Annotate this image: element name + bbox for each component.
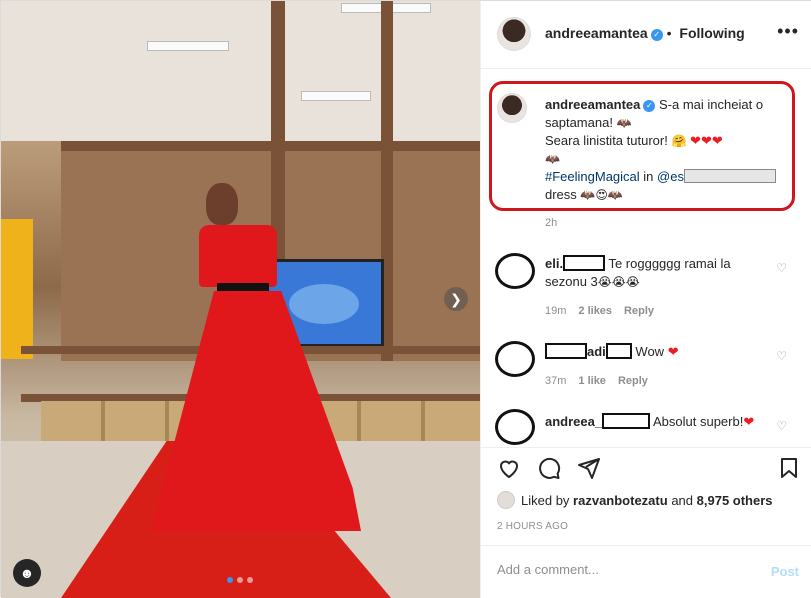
like-heart-icon[interactable] — [497, 456, 521, 480]
comments-list: eli. Te rogggggg ramai la sezonu 3😭😭😭 ♡ … — [481, 241, 811, 446]
heart-emoji-icon: ❤❤❤ — [690, 133, 723, 148]
add-comment-bar: Post — [481, 545, 811, 598]
comment-text: eli. Te rogggggg ramai la sezonu 3😭😭😭 — [545, 255, 775, 291]
comment-body: Wow — [635, 344, 665, 359]
next-slide-chevron-icon[interactable]: ❯ — [444, 287, 468, 311]
redacted-box — [563, 255, 606, 271]
hashtag-link[interactable]: #FeelingMagical — [545, 169, 640, 184]
comment-username-link[interactable]: eli. — [545, 256, 563, 271]
post-header: andreeamantea ✓ • Following ••• — [481, 1, 811, 69]
avatar[interactable] — [497, 17, 531, 51]
comment-username-link[interactable]: andreea_ — [545, 414, 602, 429]
likes-count-link[interactable]: 8,975 others — [697, 493, 773, 508]
avatar[interactable] — [497, 491, 515, 509]
ceiling-light — [301, 91, 371, 101]
eye-emoji-icon: 🦇 — [607, 188, 623, 202]
carousel-dot — [247, 577, 253, 583]
following-button[interactable]: Following — [679, 25, 744, 41]
instagram-post-modal: ❯ ☻ andreeamantea ✓ • Following ••• andre… — [0, 0, 811, 598]
liked-and: and — [671, 493, 694, 508]
comment-time[interactable]: 19m — [545, 305, 566, 317]
carousel-dot — [237, 577, 243, 583]
comment-text: andreea_ Absolut superb!❤ — [545, 413, 775, 431]
caption-time[interactable]: 2h — [545, 217, 557, 229]
verified-badge-icon: ✓ — [650, 29, 663, 41]
post-photo[interactable]: ❯ ☻ — [1, 1, 480, 598]
username-link[interactable]: andreeamantea — [545, 25, 648, 41]
header-user: andreeamantea ✓ • Following — [545, 25, 745, 41]
yellow-panel — [1, 219, 33, 359]
comment-username-link[interactable]: adi — [587, 344, 606, 359]
avatar[interactable] — [495, 341, 535, 377]
comment-text: adi Wow ❤ — [545, 343, 775, 361]
ceiling — [1, 1, 480, 141]
carousel-dots — [227, 577, 253, 583]
caption-text: andreeamantea ✓ S-a mai incheiat o saptam… — [545, 96, 785, 204]
eye-emoji-icon: 🦇 — [616, 116, 632, 130]
liked-by: Liked by razvanbotezatu and 8,975 others — [497, 491, 773, 509]
eye-emoji-icon: 🦇 — [545, 152, 560, 166]
reply-button[interactable]: Reply — [624, 305, 654, 317]
separator-dot: • — [666, 25, 676, 41]
posted-time[interactable]: 2 HOURS AGO — [497, 521, 568, 532]
like-comment-heart-icon[interactable]: ♡ — [776, 261, 787, 275]
mention-link[interactable]: @es — [657, 169, 684, 184]
comment-likes[interactable]: 1 like — [578, 375, 606, 387]
share-paper-plane-icon[interactable] — [577, 456, 601, 480]
comment-meta: 37m 1 like Reply — [545, 375, 648, 387]
save-bookmark-icon[interactable] — [777, 456, 801, 480]
redacted-box — [602, 413, 651, 429]
woman-head — [206, 183, 238, 225]
eye-emoji-icon: 🦇 — [580, 188, 596, 202]
liked-user-link[interactable]: razvanbotezatu — [573, 493, 668, 508]
comment-bubble-icon[interactable] — [537, 456, 561, 480]
redacted-box — [683, 169, 776, 183]
post-side-panel: andreeamantea ✓ • Following ••• andreeama… — [480, 1, 811, 598]
more-options-icon[interactable]: ••• — [777, 21, 799, 42]
verified-badge-icon: ✓ — [643, 100, 656, 112]
avatar[interactable] — [495, 253, 535, 289]
comment-input[interactable] — [497, 562, 747, 577]
heart-emoji-icon: ❤ — [667, 344, 679, 359]
hug-emoji-icon: 🤗 — [671, 134, 687, 148]
comment-time[interactable]: 37m — [545, 375, 566, 387]
comment-likes[interactable]: 2 likes — [578, 305, 612, 317]
caption-in-word: in — [643, 169, 654, 184]
heart-eyes-emoji-icon: 😍 — [595, 188, 608, 202]
redacted-box — [605, 343, 632, 359]
red-dress-top — [199, 225, 277, 287]
liked-prefix: Liked by — [521, 493, 570, 508]
post-button[interactable]: Post — [771, 564, 799, 579]
avatar[interactable] — [495, 409, 535, 445]
comment-meta: 19m 2 likes Reply — [545, 305, 654, 317]
caption-avatar[interactable] — [497, 93, 527, 123]
heart-emoji-icon: ❤ — [743, 414, 755, 429]
caption-username-link[interactable]: andreeamantea — [545, 97, 640, 112]
caption-line-2: Seara linistita tuturor! — [545, 133, 668, 148]
reply-button[interactable]: Reply — [618, 375, 648, 387]
like-comment-heart-icon[interactable]: ♡ — [776, 419, 787, 433]
redacted-box — [545, 343, 587, 359]
comment-body: Absolut superb! — [653, 414, 744, 429]
like-comment-heart-icon[interactable]: ♡ — [776, 349, 787, 363]
carousel-dot — [227, 577, 233, 583]
crying-emoji-icon: 😭😭😭 — [597, 275, 640, 289]
dress-belt — [217, 283, 269, 291]
post-actions — [481, 447, 811, 487]
caption-tail: dress — [545, 187, 577, 202]
wood-beam — [61, 141, 480, 151]
user-tag-icon[interactable]: ☻ — [13, 559, 41, 587]
ceiling-light — [147, 41, 229, 51]
